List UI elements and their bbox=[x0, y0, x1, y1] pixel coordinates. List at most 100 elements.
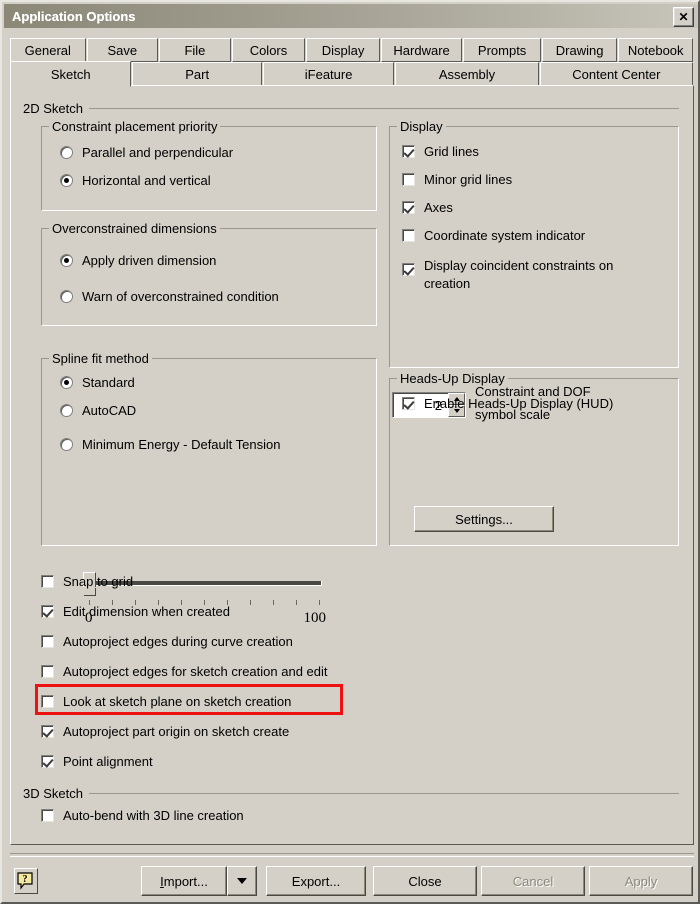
tab-hardware[interactable]: Hardware bbox=[380, 38, 463, 62]
checkbox-autoproject-edges-for-sketch-creation-and-edit[interactable]: Autoproject edges for sketch creation an… bbox=[41, 665, 328, 679]
checkbox-minor-grid-lines[interactable]: Minor grid lines bbox=[402, 173, 512, 187]
checkbox-icon-checked bbox=[402, 263, 415, 276]
section-2d-sketch-rule bbox=[89, 108, 679, 109]
import-label: Import... bbox=[160, 873, 208, 889]
checkbox-autoproject-part-origin-on-sketch-create[interactable]: Autoproject part origin on sketch create bbox=[41, 725, 289, 739]
radio-horizontal-and-vertical[interactable]: Horizontal and vertical bbox=[60, 173, 211, 188]
group-display-title: Display bbox=[397, 119, 446, 134]
section-2d-sketch-label: 2D Sketch bbox=[23, 101, 83, 116]
checkbox-auto-bend-with-3d-line-creation[interactable]: Auto-bend with 3D line creation bbox=[41, 809, 244, 823]
close-icon[interactable]: ✕ bbox=[673, 7, 694, 27]
group-heads-up-display-title: Heads-Up Display bbox=[397, 371, 508, 386]
checkbox-icon-unchecked bbox=[41, 809, 54, 822]
tab-sketch[interactable]: Sketch bbox=[10, 61, 132, 87]
close-button[interactable]: Close bbox=[373, 866, 477, 896]
radio-label: Warn of overconstrained condition bbox=[82, 289, 279, 304]
checkbox-icon-checked bbox=[41, 725, 54, 738]
radio-label: Horizontal and vertical bbox=[82, 173, 211, 188]
checkbox-display-coincident-constraints[interactable]: Display coincident constraints on creati… bbox=[402, 257, 649, 293]
radio-warn-of-overconstrained-condition[interactable]: Warn of overconstrained condition bbox=[60, 289, 279, 304]
checkbox-grid-lines[interactable]: Grid lines bbox=[402, 145, 479, 159]
tab-part[interactable]: Part bbox=[132, 62, 262, 86]
checkbox-snap-to-grid[interactable]: Snap to grid bbox=[41, 575, 133, 589]
radio-icon-unselected bbox=[60, 146, 73, 159]
tab-row-primary: General Save File Colors Display Hardwar… bbox=[10, 38, 694, 62]
checkbox-icon-checked bbox=[402, 201, 415, 214]
tab-drawing[interactable]: Drawing bbox=[541, 38, 618, 62]
svg-text:?: ? bbox=[23, 874, 28, 885]
group-overconstrained-dimensions: Overconstrained dimensions Apply driven … bbox=[41, 221, 377, 326]
tab-notebook[interactable]: Notebook bbox=[618, 38, 693, 62]
radio-icon-selected bbox=[60, 376, 73, 389]
checkbox-icon-checked bbox=[402, 145, 415, 158]
radio-icon-unselected bbox=[60, 404, 73, 417]
radio-label: Apply driven dimension bbox=[82, 253, 217, 268]
radio-label: Minimum Energy - Default Tension bbox=[82, 437, 281, 452]
checkbox-coordinate-system-indicator[interactable]: Coordinate system indicator bbox=[402, 229, 585, 243]
group-spline-fit-method: Spline fit method Standard AutoCAD Minim… bbox=[41, 351, 377, 546]
help-question-icon[interactable]: ? bbox=[14, 868, 38, 894]
checkbox-label: Enable Heads-Up Display (HUD) bbox=[424, 396, 614, 411]
checkbox-enable-hud[interactable]: Enable Heads-Up Display (HUD) bbox=[402, 397, 613, 411]
slider-max-label: 100 bbox=[303, 610, 327, 626]
checkbox-label: Auto-bend with 3D line creation bbox=[63, 808, 244, 823]
group-constraint-placement-priority: Constraint placement priority Parallel a… bbox=[41, 119, 377, 211]
tab-colors[interactable]: Colors bbox=[231, 38, 306, 62]
chevron-down-icon[interactable] bbox=[227, 866, 257, 896]
application-options-dialog: Application Options ✕ General Save File … bbox=[0, 0, 700, 904]
help-bubble-svg: ? bbox=[17, 872, 33, 890]
section-3d-sketch-rule bbox=[89, 793, 679, 794]
import-button[interactable]: Import... bbox=[141, 866, 227, 896]
tab-row-secondary: Sketch Part iFeature Assembly Content Ce… bbox=[10, 61, 694, 87]
checkbox-icon-unchecked bbox=[41, 575, 54, 588]
checkbox-label: Look at sketch plane on sketch creation bbox=[63, 694, 292, 709]
group-constraint-placement-priority-title: Constraint placement priority bbox=[49, 119, 221, 134]
footer-separator bbox=[10, 853, 694, 857]
tab-display[interactable]: Display bbox=[306, 38, 380, 62]
checkbox-look-at-sketch-plane-on-sketch-creation[interactable]: Look at sketch plane on sketch creation bbox=[41, 695, 291, 709]
radio-label: Parallel and perpendicular bbox=[82, 145, 234, 160]
checkbox-axes[interactable]: Axes bbox=[402, 201, 453, 215]
radio-label: Standard bbox=[82, 375, 135, 390]
checkbox-label: Point alignment bbox=[63, 754, 153, 769]
checkbox-icon-unchecked bbox=[41, 695, 54, 708]
export-button[interactable]: Export... bbox=[266, 866, 366, 896]
group-spline-fit-method-title: Spline fit method bbox=[49, 351, 152, 366]
radio-standard[interactable]: Standard bbox=[60, 375, 135, 390]
title-bar[interactable]: Application Options ✕ bbox=[4, 4, 698, 28]
apply-button: Apply bbox=[589, 866, 693, 896]
group-overconstrained-dimensions-title: Overconstrained dimensions bbox=[49, 221, 220, 236]
radio-icon-unselected bbox=[60, 438, 73, 451]
checkbox-label: Autoproject edges for sketch creation an… bbox=[63, 664, 328, 679]
hud-settings-button[interactable]: Settings... bbox=[414, 506, 554, 532]
radio-icon-selected bbox=[60, 254, 73, 267]
checkbox-autoproject-edges-during-curve-creation[interactable]: Autoproject edges during curve creation bbox=[41, 635, 293, 649]
checkbox-label: Grid lines bbox=[424, 144, 479, 159]
group-display: Display Grid lines Minor grid lines Axes… bbox=[389, 119, 679, 368]
tab-assembly[interactable]: Assembly bbox=[395, 62, 539, 86]
radio-icon-selected bbox=[60, 174, 73, 187]
checkbox-icon-unchecked bbox=[41, 635, 54, 648]
radio-label: AutoCAD bbox=[82, 403, 137, 418]
checkbox-label: Axes bbox=[424, 200, 453, 215]
radio-icon-unselected bbox=[60, 290, 73, 303]
tab-file[interactable]: File bbox=[159, 38, 231, 62]
tab-save[interactable]: Save bbox=[86, 38, 159, 62]
checkbox-label: Autoproject part origin on sketch create bbox=[63, 724, 290, 739]
cancel-button: Cancel bbox=[481, 866, 585, 896]
checkbox-icon-unchecked bbox=[402, 173, 415, 186]
tab-content-center[interactable]: Content Center bbox=[539, 62, 693, 86]
tab-prompts[interactable]: Prompts bbox=[463, 38, 541, 62]
checkbox-label: Snap to grid bbox=[63, 574, 134, 589]
checkbox-point-alignment[interactable]: Point alignment bbox=[41, 755, 153, 769]
tab-general[interactable]: General bbox=[10, 38, 86, 62]
checkbox-label: Edit dimension when created bbox=[63, 604, 230, 619]
radio-minimum-energy-default-tension[interactable]: Minimum Energy - Default Tension bbox=[60, 437, 280, 452]
section-3d-sketch-label: 3D Sketch bbox=[23, 786, 83, 801]
tab-ifeature[interactable]: iFeature bbox=[262, 62, 395, 86]
radio-apply-driven-dimension[interactable]: Apply driven dimension bbox=[60, 253, 216, 268]
radio-autocad[interactable]: AutoCAD bbox=[60, 403, 136, 418]
radio-parallel-and-perpendicular[interactable]: Parallel and perpendicular bbox=[60, 145, 233, 160]
checkbox-edit-dimension-when-created[interactable]: Edit dimension when created bbox=[41, 605, 230, 619]
window-title: Application Options bbox=[12, 8, 136, 24]
